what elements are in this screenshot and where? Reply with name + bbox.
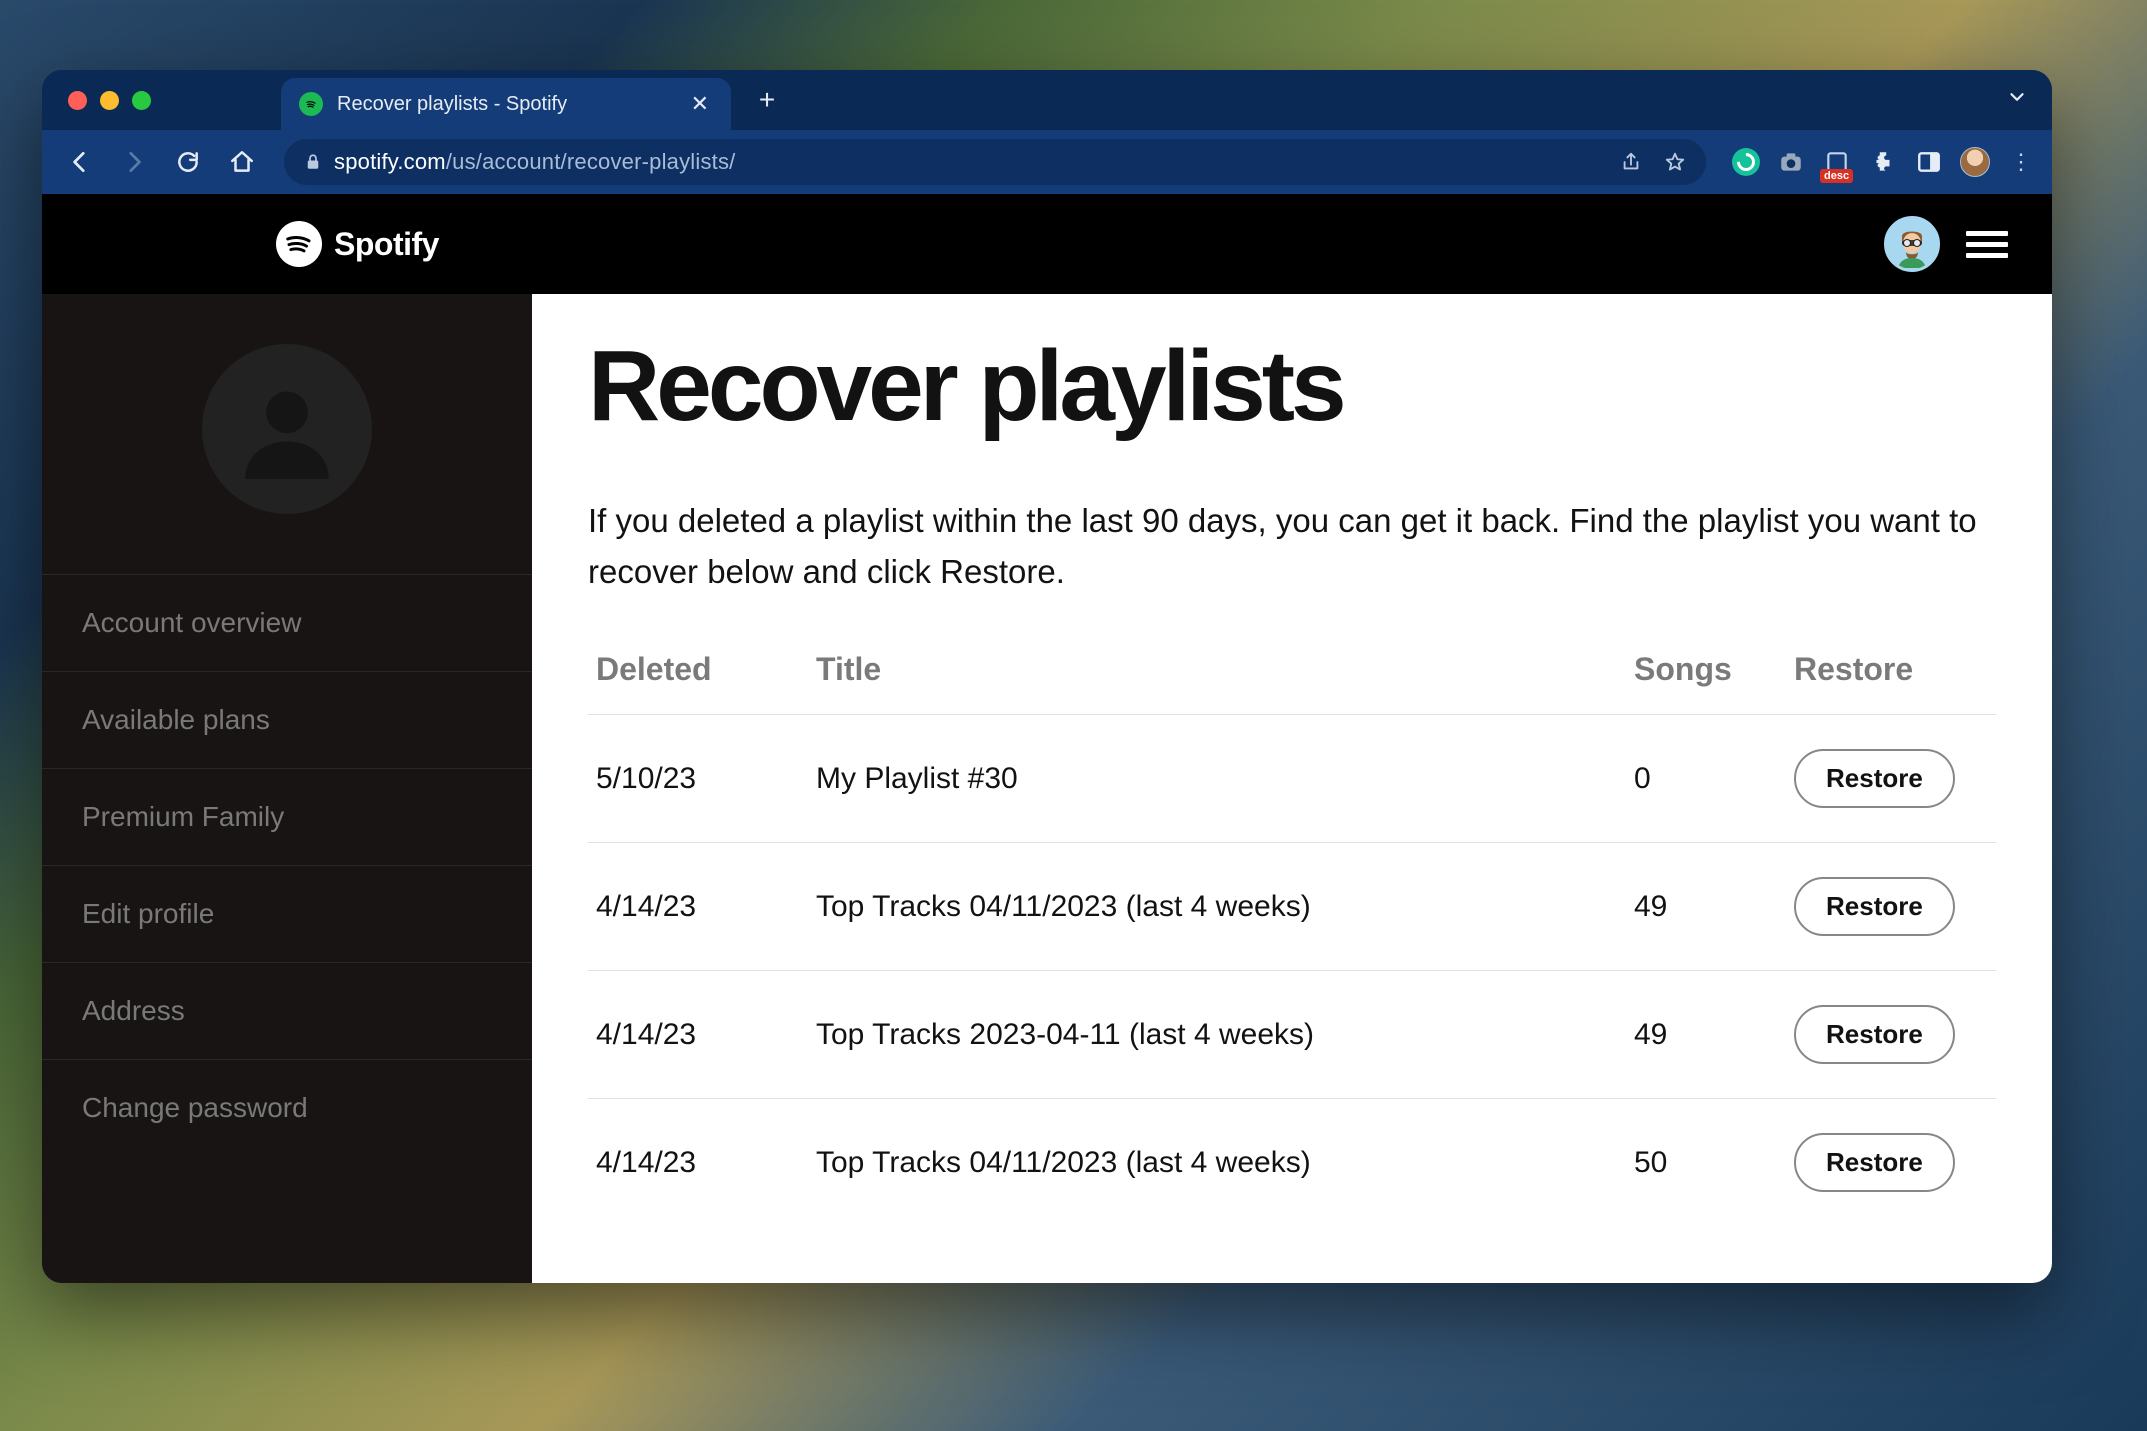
tab-close-button[interactable]: ✕ [687, 91, 713, 117]
sidebar-item-edit-profile[interactable]: Edit profile [42, 865, 532, 962]
restore-button[interactable]: Restore [1794, 877, 1955, 936]
chrome-menu-button[interactable]: ⋮ [2006, 147, 2036, 177]
cell-songs: 50 [1626, 1099, 1786, 1227]
window-close-button[interactable] [68, 91, 87, 110]
forward-button[interactable] [112, 140, 156, 184]
browser-window: Recover playlists - Spotify ✕ + spotify.… [42, 70, 2052, 1283]
url-bar[interactable]: spotify.com/us/account/recover-playlists… [284, 139, 1706, 185]
recover-playlists-table: Deleted Title Songs Restore 5/10/23 My P… [588, 651, 1996, 1226]
page-content: Spotify [42, 194, 2052, 1283]
table-row: 4/14/23 Top Tracks 04/11/2023 (last 4 we… [588, 843, 1996, 971]
cell-songs: 49 [1626, 971, 1786, 1099]
sidebar-item-label: Premium Family [82, 801, 284, 832]
extensions-row: desc ⋮ [1732, 147, 2036, 177]
home-button[interactable] [220, 140, 264, 184]
col-header-title: Title [808, 651, 1626, 715]
chrome-profile-avatar[interactable] [1960, 147, 1990, 177]
col-header-restore: Restore [1786, 651, 1996, 715]
restore-button[interactable]: Restore [1794, 1133, 1955, 1192]
sidebar-avatar-placeholder-icon [202, 344, 372, 514]
table-row: 5/10/23 My Playlist #30 0 Restore [588, 715, 1996, 843]
cell-title: Top Tracks 2023-04-11 (last 4 weeks) [808, 971, 1626, 1099]
page-description: If you deleted a playlist within the las… [588, 495, 1988, 597]
url-text: spotify.com/us/account/recover-playlists… [334, 149, 736, 175]
sidebar-avatar-wrap [42, 324, 532, 574]
spotify-header: Spotify [42, 194, 2052, 294]
bookmark-star-icon[interactable] [1664, 151, 1686, 173]
profile-avatar[interactable] [1884, 216, 1940, 272]
cell-deleted: 4/14/23 [588, 843, 808, 971]
sidebar-item-label: Available plans [82, 704, 270, 735]
ext-camera-icon[interactable] [1776, 147, 1806, 177]
sidebar-item-label: Edit profile [82, 898, 214, 929]
main-panel: Recover playlists If you deleted a playl… [532, 294, 2052, 1283]
cell-songs: 49 [1626, 843, 1786, 971]
restore-button[interactable]: Restore [1794, 1005, 1955, 1064]
tab-title: Recover playlists - Spotify [337, 93, 673, 116]
page-body: Account overview Available plans Premium… [42, 294, 2052, 1283]
new-tab-button[interactable]: + [751, 84, 783, 116]
back-button[interactable] [58, 140, 102, 184]
cell-songs: 0 [1626, 715, 1786, 843]
sidebar-item-label: Account overview [82, 607, 301, 638]
window-minimize-button[interactable] [100, 91, 119, 110]
cell-deleted: 4/14/23 [588, 971, 808, 1099]
spotify-logo-text: Spotify [334, 226, 439, 263]
restore-button[interactable]: Restore [1794, 749, 1955, 808]
col-header-deleted: Deleted [588, 651, 808, 715]
page-title: Recover playlists [588, 334, 1996, 439]
tabs-dropdown-button[interactable] [2006, 86, 2028, 114]
extensions-button[interactable] [1868, 147, 1898, 177]
spotify-logo[interactable]: Spotify [276, 221, 439, 267]
spotify-favicon-icon [299, 92, 323, 116]
tab-strip: Recover playlists - Spotify ✕ + [42, 70, 2052, 130]
hamburger-menu-button[interactable] [1966, 225, 2008, 264]
sidebar-item-address[interactable]: Address [42, 962, 532, 1059]
col-header-songs: Songs [1626, 651, 1786, 715]
cell-title: Top Tracks 04/11/2023 (last 4 weeks) [808, 843, 1626, 971]
share-icon[interactable] [1620, 151, 1642, 173]
sidebar-item-change-password[interactable]: Change password [42, 1059, 532, 1156]
cell-title: My Playlist #30 [808, 715, 1626, 843]
cell-deleted: 5/10/23 [588, 715, 808, 843]
sidebar-item-premium-family[interactable]: Premium Family [42, 768, 532, 865]
spotify-logo-icon [276, 221, 322, 267]
cell-title: Top Tracks 04/11/2023 (last 4 weeks) [808, 1099, 1626, 1227]
sidebar-item-label: Change password [82, 1092, 308, 1123]
traffic-lights [68, 91, 151, 110]
account-sidebar: Account overview Available plans Premium… [42, 294, 532, 1283]
lock-icon [304, 152, 322, 172]
browser-toolbar: spotify.com/us/account/recover-playlists… [42, 130, 2052, 194]
table-row: 4/14/23 Top Tracks 2023-04-11 (last 4 we… [588, 971, 1996, 1099]
window-maximize-button[interactable] [132, 91, 151, 110]
cell-deleted: 4/14/23 [588, 1099, 808, 1227]
browser-tab[interactable]: Recover playlists - Spotify ✕ [281, 78, 731, 130]
sidebar-item-account-overview[interactable]: Account overview [42, 574, 532, 671]
ext-desc-icon[interactable]: desc [1822, 147, 1852, 177]
table-row: 4/14/23 Top Tracks 04/11/2023 (last 4 we… [588, 1099, 1996, 1227]
ext-desc-badge: desc [1820, 169, 1853, 183]
sidebar-item-available-plans[interactable]: Available plans [42, 671, 532, 768]
reload-button[interactable] [166, 140, 210, 184]
side-panel-icon[interactable] [1914, 147, 1944, 177]
ext-grammarly-icon[interactable] [1732, 148, 1760, 176]
sidebar-item-label: Address [82, 995, 185, 1026]
